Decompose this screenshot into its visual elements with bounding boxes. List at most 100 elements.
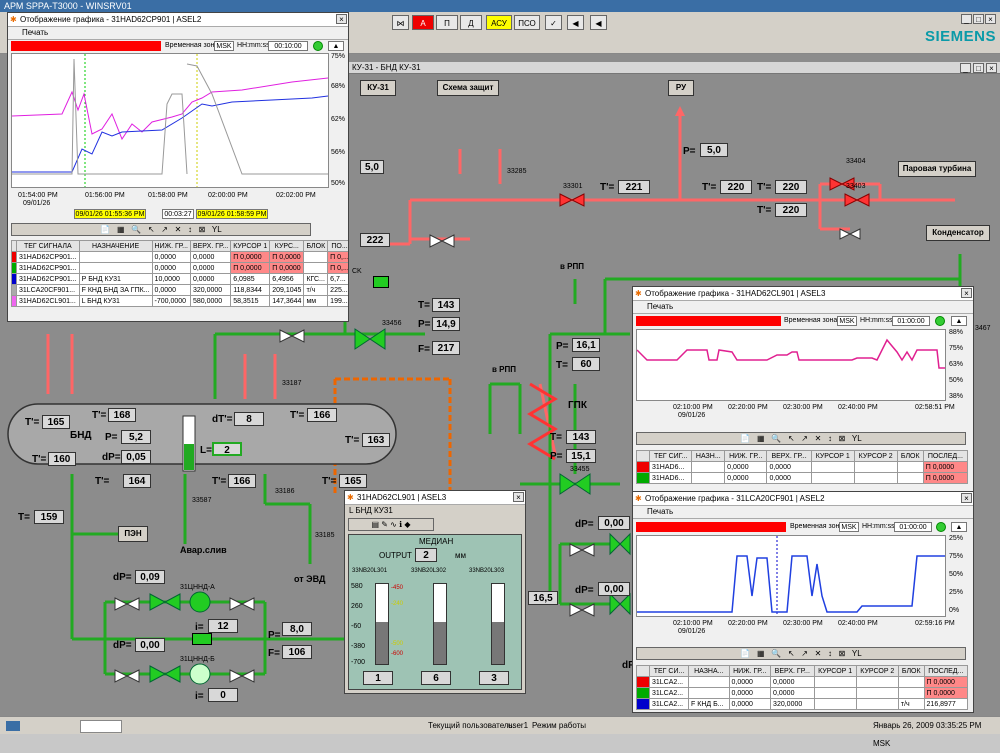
gauge2-value: 6 bbox=[421, 671, 451, 685]
start-icon[interactable] bbox=[6, 721, 20, 731]
trend1-go-button[interactable] bbox=[313, 41, 323, 51]
label-t-166b: T'= bbox=[212, 476, 227, 487]
gauge2-tag: 33NB20L302 bbox=[411, 568, 447, 574]
trend1-timezone[interactable]: MSK bbox=[214, 41, 234, 51]
trend1-time-field[interactable]: 00:10:00 bbox=[268, 41, 308, 51]
gauge3-bar bbox=[491, 583, 505, 665]
trend2-col-c1: КУРСОР 1 bbox=[810, 450, 855, 462]
table-row[interactable]: 31HAD6... 0,0000 0,0000 П 0,0000 bbox=[636, 461, 969, 473]
value-t-221: 221 bbox=[618, 180, 650, 194]
table-row[interactable]: 31HAD62CP901... Р БНД КУ31 10,0000 0,000… bbox=[11, 273, 348, 285]
steam-turbine-label: Паровая турбина bbox=[902, 164, 972, 173]
value-t-220c: 220 bbox=[775, 203, 807, 217]
trend1-col-block: БЛОК bbox=[303, 240, 329, 252]
gauge1-bar bbox=[375, 583, 389, 665]
trend3-alarm-bar bbox=[636, 522, 786, 532]
table-row[interactable]: 31LCA20CF901... F КНД БНД ЗА ГПК... 0,00… bbox=[11, 284, 348, 296]
trend3-timezone[interactable]: MSK bbox=[839, 522, 859, 532]
table-row[interactable]: 31HAD62CP901... 0,0000 0,0000 П 0,0000 П… bbox=[11, 251, 348, 263]
protection-scheme-button[interactable]: Схема защит bbox=[437, 80, 499, 96]
trend3-ytick-0: 25% bbox=[949, 535, 964, 542]
trend1-toolbar[interactable]: 📄 ▦ 🔍 ↖ ↗ ✕ ↕ ⊠ YL bbox=[11, 223, 311, 236]
network-icon[interactable]: ⋈ bbox=[392, 15, 409, 30]
cell: П 0,0000 bbox=[922, 472, 969, 484]
ru-button[interactable]: РУ bbox=[668, 80, 694, 96]
trend3-plot[interactable] bbox=[636, 535, 946, 617]
trend3-col-name: НАЗНА... bbox=[688, 665, 730, 677]
trend1-collapse-icon[interactable]: ▲ bbox=[328, 41, 344, 51]
trend3-col-low: НИЖ. ГР... bbox=[728, 665, 772, 677]
cell: П 0,... bbox=[327, 262, 348, 274]
steam-turbine-button[interactable]: Паровая турбина bbox=[898, 161, 976, 177]
trend3-col-block: БЛОК bbox=[897, 665, 925, 677]
trend1-print-button[interactable]: Печать bbox=[8, 27, 348, 40]
minimize-icon[interactable]: _ bbox=[961, 14, 972, 24]
trend3-close-icon[interactable]: × bbox=[961, 493, 972, 503]
cell: 0,0000 bbox=[770, 687, 815, 699]
trend3-print-button[interactable]: Печать bbox=[633, 506, 973, 519]
alarm-d-button[interactable]: Д bbox=[460, 15, 482, 30]
value-l-2[interactable]: 2 bbox=[212, 442, 242, 456]
trend2-ytick-1: 75% bbox=[949, 345, 964, 352]
gauge-scale-2: -60 bbox=[351, 623, 362, 630]
condenser-button[interactable]: Конденсатор bbox=[926, 225, 990, 241]
trend2-timezone[interactable]: MSK bbox=[837, 316, 857, 326]
app-title-bar: АРМ SPPA-T3000 - WINSRV01 bbox=[0, 0, 1000, 12]
trend1-cursor1[interactable]: 09/01/26 01:55:36 PM bbox=[74, 209, 146, 219]
label-p-ru: P= bbox=[683, 146, 696, 157]
speaker-icon[interactable]: ◀ bbox=[590, 15, 607, 30]
ku31-label: КУ-31 bbox=[367, 83, 389, 92]
speaker-mute-icon[interactable]: ◀ bbox=[567, 15, 584, 30]
trend2-plot[interactable] bbox=[636, 329, 946, 401]
trend1-close-icon[interactable]: × bbox=[336, 14, 347, 24]
label-i-12: i= bbox=[195, 622, 204, 633]
close-icon[interactable]: × bbox=[985, 14, 996, 24]
table-row[interactable]: 31HAD62CL901... L БНД КУ31 -700,0000 580… bbox=[11, 295, 348, 307]
trend1-plot[interactable] bbox=[11, 53, 329, 188]
alarm-a-button[interactable]: А bbox=[412, 15, 434, 30]
cell bbox=[897, 687, 925, 699]
trend3-toolbar[interactable]: 📄 ▦ 🔍 ↖ ↗ ✕ ↕ ⊠ YL bbox=[636, 647, 966, 660]
label-p-149: P= bbox=[418, 319, 431, 330]
pen-button[interactable]: ПЭН bbox=[118, 526, 148, 542]
pump-status-indicator[interactable] bbox=[192, 633, 212, 645]
label-t-220c: T'= bbox=[757, 205, 772, 216]
table-row[interactable]: 31LCA2... 0,0000 0,0000 П 0,0000 bbox=[636, 676, 969, 688]
trend1-xtick-4: 02:02:00 PM bbox=[276, 192, 316, 199]
trend2-time-field[interactable]: 01:00:00 bbox=[892, 316, 930, 326]
trend2-toolbar[interactable]: 📄 ▦ 🔍 ↖ ↗ ✕ ↕ ⊠ YL bbox=[636, 432, 966, 445]
ku31-button[interactable]: КУ-31 bbox=[360, 80, 396, 96]
alarm-p-button[interactable]: П bbox=[436, 15, 458, 30]
cell: 31LCA2... bbox=[648, 698, 690, 710]
emergency-drain-label: Авар.слив bbox=[180, 545, 227, 555]
trend2-xtick-0: 02:10:00 PM bbox=[673, 404, 713, 411]
trend3-go-button[interactable] bbox=[936, 522, 946, 532]
trend3-time-field[interactable]: 01:00:00 bbox=[894, 522, 932, 532]
check-icon[interactable]: ✓ bbox=[545, 15, 562, 30]
trend2-go-button[interactable] bbox=[935, 316, 945, 326]
table-row[interactable]: 31LCA2... F КНД Б... 0,0000 320,0000 т/ч… bbox=[636, 698, 969, 710]
status-input[interactable] bbox=[80, 720, 122, 733]
label-t-164: T'= bbox=[95, 476, 110, 487]
level-close-icon[interactable]: × bbox=[513, 492, 524, 502]
table-row[interactable]: 31LCA2... 0,0000 0,0000 П 0,0000 bbox=[636, 687, 969, 699]
maximize-icon[interactable]: □ bbox=[973, 14, 984, 24]
trend2-close-icon[interactable]: × bbox=[961, 288, 972, 298]
pso-button[interactable]: ПСО bbox=[514, 15, 540, 30]
gauge1-value: 1 bbox=[363, 671, 393, 685]
trend3-xtick-0: 02:10:00 PM bbox=[673, 620, 713, 627]
trend2-collapse-icon[interactable]: ▲ bbox=[951, 316, 967, 326]
trend1-cursor2[interactable]: 09/01/26 01:58:59 PM bbox=[196, 209, 268, 219]
table-row[interactable]: 31HAD6... 0,0000 0,0000 П 0,0000 bbox=[636, 472, 969, 484]
trend3-collapse-icon[interactable]: ▲ bbox=[951, 522, 967, 532]
trend2-print-button[interactable]: Печать bbox=[633, 301, 973, 314]
asu-button[interactable]: АСУ bbox=[486, 15, 512, 30]
trend1-col-tag: ТЕГ СИГНАЛА bbox=[16, 240, 80, 252]
level-toolbar[interactable]: ▤ ✎ ∿ ℹ ◆ bbox=[348, 518, 434, 531]
trend2-ytick-4: 38% bbox=[949, 393, 964, 400]
table-row[interactable]: 31HAD62CP901... 0,0000 0,0000 П 0,0000 П… bbox=[11, 262, 348, 274]
trend2-title-bar: Отображение графика - 31HAD62CL901 | ASE… bbox=[633, 287, 973, 301]
label-t-220a: T'= bbox=[702, 182, 717, 193]
status-indicator[interactable] bbox=[373, 276, 389, 288]
value-dp-000c: 0,00 bbox=[598, 582, 630, 596]
